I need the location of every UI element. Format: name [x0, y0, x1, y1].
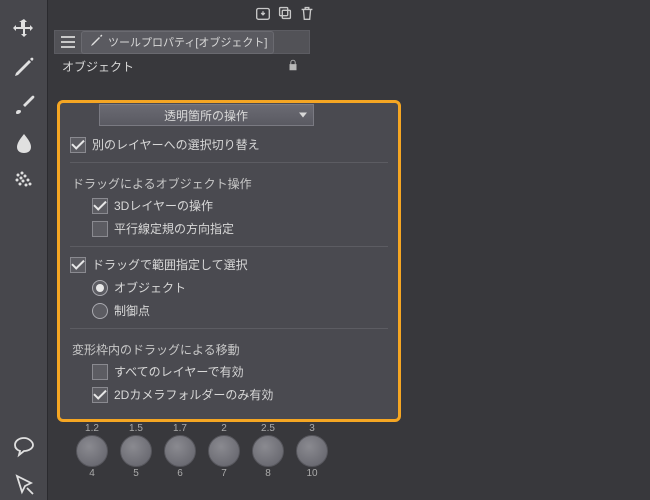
brush-preset[interactable]: 27 [204, 423, 244, 479]
label-switch-layer: 別のレイヤーへの選択切り替え [92, 136, 260, 153]
option-all-layers[interactable]: すべてのレイヤーで有効 [70, 360, 388, 383]
option-radio-ctrl[interactable]: 制御点 [70, 299, 388, 322]
brush-size-strip: 1.24 1.55 1.76 27 2.58 310 [72, 423, 336, 479]
checkbox-drag-range[interactable] [70, 257, 86, 273]
top-controls [254, 4, 316, 25]
brush-circle [120, 435, 152, 467]
transparency-dropdown[interactable]: 透明箇所の操作 [99, 104, 314, 126]
tab-label: ツールプロパティ[オブジェクト] [108, 34, 267, 50]
brush-circle [76, 435, 108, 467]
tool-property-tab[interactable]: ツールプロパティ[オブジェクト] [81, 31, 274, 54]
dropdown-wrap: 透明箇所の操作 [75, 104, 337, 126]
checkbox-parallel-ruler[interactable] [92, 221, 108, 237]
divider [70, 328, 388, 329]
label-camera-folder: 2Dカメラフォルダーのみ有効 [114, 386, 273, 403]
option-drag-range[interactable]: ドラッグで範囲指定して選択 [70, 253, 388, 276]
option-3d-layer[interactable]: 3Dレイヤーの操作 [70, 194, 388, 217]
brush-preset[interactable]: 310 [292, 423, 332, 479]
checkbox-switch-layer[interactable] [70, 137, 86, 153]
left-toolbar [0, 0, 48, 500]
brush-circle [296, 435, 328, 467]
panel-header: ツールプロパティ[オブジェクト] [54, 30, 310, 54]
radio-ctrl[interactable] [92, 303, 108, 319]
label-drag-range: ドラッグで範囲指定して選択 [92, 256, 248, 273]
brush-preset[interactable]: 2.58 [248, 423, 288, 479]
balloon-tool-icon[interactable] [9, 432, 39, 462]
brush-circle [252, 435, 284, 467]
pen-tool-icon[interactable] [9, 52, 39, 82]
brush-tool-icon[interactable] [9, 90, 39, 120]
brush-preset[interactable]: 1.55 [116, 423, 156, 479]
label-radio-ctrl: 制御点 [114, 302, 150, 319]
duplicate-icon[interactable] [276, 4, 294, 25]
cursor-tool-icon[interactable] [9, 470, 39, 500]
brush-icon [88, 33, 104, 52]
brush-preset[interactable]: 1.76 [160, 423, 200, 479]
brush-circle [208, 435, 240, 467]
move-tool-icon[interactable] [9, 14, 39, 44]
section-drag-object: ドラッグによるオブジェクト操作 [70, 169, 388, 194]
option-camera-folder[interactable]: 2Dカメラフォルダーのみ有効 [70, 383, 388, 406]
checkbox-camera-folder[interactable] [92, 387, 108, 403]
dropdown-label: 透明箇所の操作 [164, 107, 248, 124]
spray-tool-icon[interactable] [9, 166, 39, 196]
menu-icon[interactable] [61, 36, 75, 48]
main-area: ツールプロパティ[オブジェクト] オブジェクト 別のレイヤーへの選択切り替え ド… [48, 0, 650, 500]
brush-circle [164, 435, 196, 467]
paint-tool-icon[interactable] [9, 128, 39, 158]
label-radio-object: オブジェクト [114, 279, 186, 296]
radio-object[interactable] [92, 280, 108, 296]
lock-icon[interactable] [286, 58, 300, 75]
subheader-label: オブジェクト [62, 58, 134, 75]
subheader: オブジェクト [54, 56, 310, 79]
option-switch-layer[interactable]: 別のレイヤーへの選択切り替え [70, 133, 388, 156]
divider [70, 162, 388, 163]
import-icon[interactable] [254, 4, 272, 25]
divider [70, 246, 388, 247]
label-3d-layer: 3Dレイヤーの操作 [114, 197, 213, 214]
chevron-down-icon [299, 113, 307, 118]
options-panel: 別のレイヤーへの選択切り替え ドラッグによるオブジェクト操作 3Dレイヤーの操作… [57, 100, 401, 422]
option-radio-object[interactable]: オブジェクト [70, 276, 388, 299]
option-parallel-ruler[interactable]: 平行線定規の方向指定 [70, 217, 388, 240]
label-all-layers: すべてのレイヤーで有効 [114, 363, 244, 380]
checkbox-all-layers[interactable] [92, 364, 108, 380]
label-parallel-ruler: 平行線定規の方向指定 [114, 220, 234, 237]
brush-preset[interactable]: 1.24 [72, 423, 112, 479]
checkbox-3d-layer[interactable] [92, 198, 108, 214]
section-transform: 変形枠内のドラッグによる移動 [70, 335, 388, 360]
trash-icon[interactable] [298, 4, 316, 25]
